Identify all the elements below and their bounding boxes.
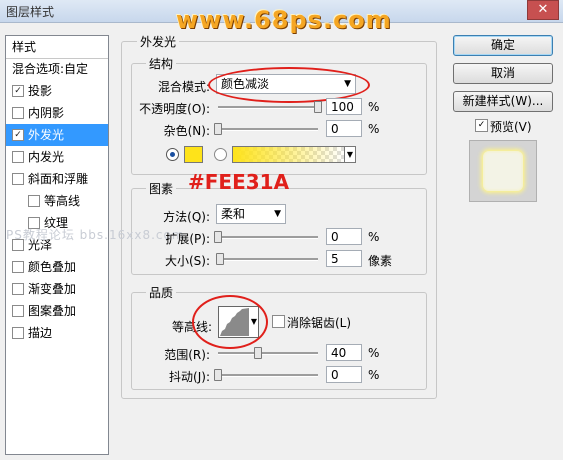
range-label: 范围(R): [164,348,210,362]
elements-title: 图素 [146,180,177,197]
color-radio[interactable] [166,148,179,161]
size-unit: 像素 [368,254,393,268]
styles-list-item[interactable]: ✓ 投影 [6,80,108,102]
styles-list-item[interactable]: 等高线 [6,190,108,212]
size-input[interactable]: 5 [326,250,362,267]
glow-color-swatch[interactable] [184,146,203,163]
style-item-label: 图案叠加 [28,304,77,318]
gradient-radio[interactable] [214,148,227,161]
style-checkbox[interactable] [12,107,24,119]
noise-label: 杂色(N): [163,124,210,138]
style-item-label: 等高线 [44,194,81,208]
noise-slider-thumb[interactable] [214,123,222,135]
style-item-label: 内阴影 [28,106,65,120]
quality-title: 品质 [146,284,177,301]
opacity-unit: % [368,100,380,114]
style-item-label: 混合选项:自定 [12,62,89,76]
spread-unit: % [368,230,380,244]
highlight-ellipse-contour [192,295,268,349]
styles-list-item[interactable]: ✓ 外发光 [6,124,108,146]
preview-glow-shape [483,151,523,191]
chevron-down-icon: ▼ [274,209,281,219]
color-annotation: #FEE31A [188,170,290,194]
styles-list-item[interactable]: 颜色叠加 [6,256,108,278]
outer-glow-title: 外发光 [137,33,180,50]
style-item-label: 投影 [28,84,53,98]
noise-slider[interactable] [218,128,318,131]
spread-slider[interactable] [218,236,318,239]
styles-list-header: 样式 [6,36,108,59]
spread-input[interactable]: 0 [326,228,362,245]
method-select[interactable]: 柔和 ▼ [216,204,286,224]
size-label: 大小(S): [164,254,210,268]
structure-title: 结构 [146,55,177,72]
style-checkbox[interactable] [28,195,40,207]
glow-gradient-swatch[interactable] [232,146,346,163]
method-label: 方法(Q): [163,210,210,224]
range-input[interactable]: 40 [326,344,362,361]
range-slider[interactable] [218,352,318,355]
style-item-label: 斜面和浮雕 [28,172,89,186]
size-slider[interactable] [218,258,318,261]
style-checkbox[interactable] [12,305,24,317]
style-item-label: 颜色叠加 [28,260,77,274]
style-checkbox[interactable]: ✓ [12,85,24,97]
opacity-label: 不透明度(O): [139,102,210,116]
size-slider-thumb[interactable] [216,253,224,265]
style-checkbox[interactable] [12,327,24,339]
noise-unit: % [368,122,380,136]
styles-list: 样式 混合选项:自定 ✓ 投影 内阴影 ✓ 外发光 内发光 斜面和浮雕 等高线 纹理 光泽 颜色叠加渐… [5,35,109,455]
styles-list-item[interactable]: 内发光 [6,146,108,168]
cancel-button[interactable]: 取消 [453,63,553,84]
opacity-input[interactable]: 100 [326,98,362,115]
spread-slider-thumb[interactable] [214,231,222,243]
ok-button[interactable]: 确定 [453,35,553,56]
jitter-unit: % [368,368,380,382]
jitter-slider[interactable] [218,374,318,377]
jitter-label: 抖动(J): [169,370,210,384]
styles-list-item[interactable]: 斜面和浮雕 [6,168,108,190]
style-checkbox[interactable] [12,261,24,273]
style-preview [469,140,537,202]
close-button[interactable]: ✕ [527,0,559,20]
styles-list-item[interactable]: 图案叠加 [6,300,108,322]
style-checkbox[interactable] [12,173,24,185]
watermark-text: www.68ps.com [176,6,392,34]
style-item-label: 外发光 [28,128,65,142]
opacity-slider-thumb[interactable] [314,101,322,113]
styles-list-item[interactable]: 渐变叠加 [6,278,108,300]
styles-header-label: 样式 [12,40,37,54]
opacity-slider[interactable] [218,106,318,109]
window-title: 图层样式 [6,5,55,19]
spread-label: 扩展(P): [165,232,210,246]
anti-alias-label: 消除锯齿(L) [287,316,352,330]
preview-checkbox[interactable]: ✓ [475,119,488,132]
anti-alias-checkbox[interactable] [272,315,285,328]
styles-list-item[interactable]: 描边 [6,322,108,344]
new-style-button[interactable]: 新建样式(W)... [453,91,553,112]
noise-input[interactable]: 0 [326,120,362,137]
style-item-label: 描边 [28,326,53,340]
style-checkbox[interactable] [12,151,24,163]
styles-list-item[interactable]: 内阴影 [6,102,108,124]
style-checkbox[interactable]: ✓ [12,129,24,141]
blend-mode-label: 混合模式: [157,80,210,94]
style-checkbox[interactable] [12,283,24,295]
preview-label: 预览(V) [490,120,532,134]
jitter-slider-thumb[interactable] [214,369,222,381]
range-unit: % [368,346,380,360]
style-item-label: 内发光 [28,150,65,164]
range-slider-thumb[interactable] [254,347,262,359]
style-item-label: 渐变叠加 [28,282,77,296]
gradient-dropdown-icon[interactable]: ▼ [344,146,356,163]
method-value: 柔和 [221,207,246,221]
styles-list-item[interactable]: 混合选项:自定 [6,58,108,80]
jitter-input[interactable]: 0 [326,366,362,383]
